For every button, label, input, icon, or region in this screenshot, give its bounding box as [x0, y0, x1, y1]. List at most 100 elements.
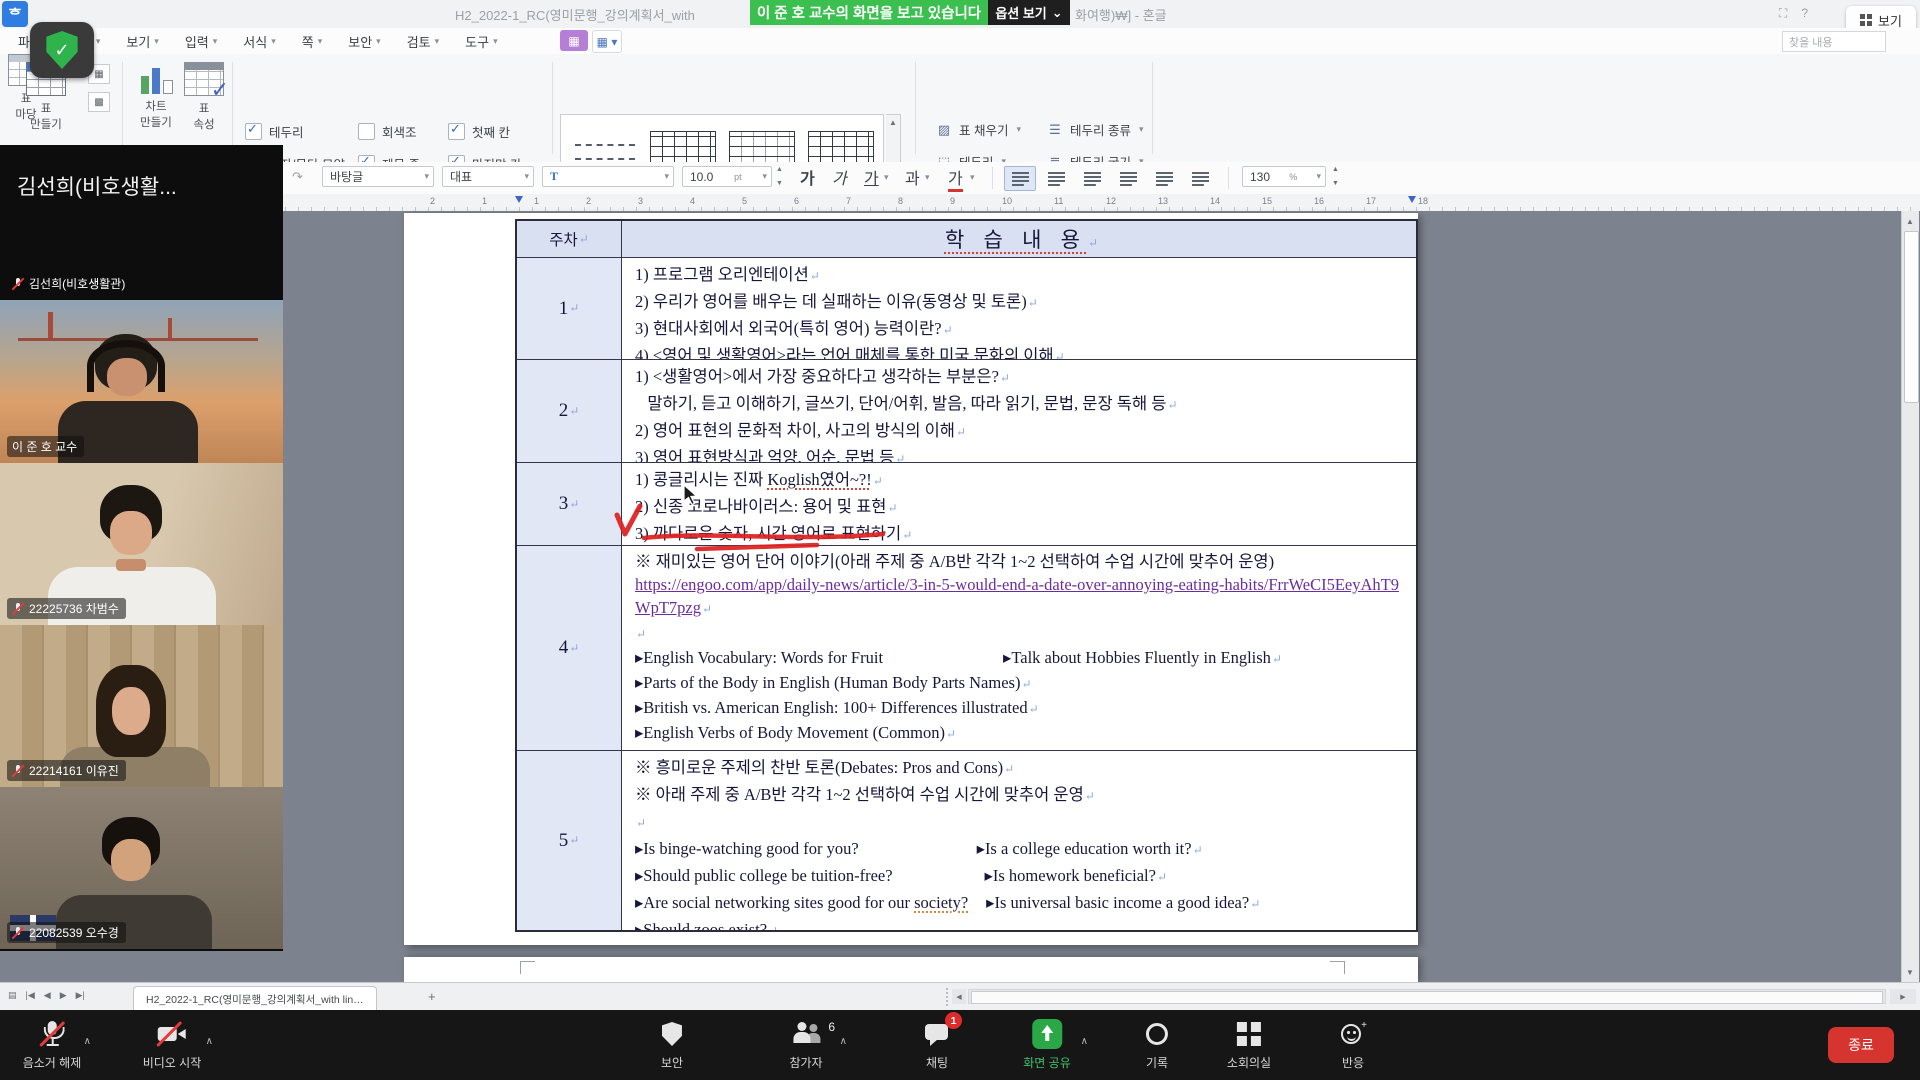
vertical-scrollbar[interactable]: ▲ ▼ — [1901, 211, 1919, 982]
week-cell[interactable]: 5↵ — [517, 751, 622, 930]
font-name-combo[interactable]: T ▾ — [542, 166, 674, 187]
zoom-shield-button[interactable]: 보안 — [661, 1018, 683, 1071]
indent-marker[interactable] — [515, 196, 523, 203]
chevron-up-icon[interactable]: ∧ — [1081, 1036, 1088, 1047]
new-tab-button[interactable]: + — [428, 989, 436, 1004]
week-cell[interactable]: 2↵ — [517, 360, 622, 462]
scroll-down-icon[interactable]: ▼ — [1902, 964, 1918, 980]
redo-icon[interactable]: ↷ — [292, 169, 303, 185]
zoom-chat-button[interactable]: 1채팅 — [924, 1018, 950, 1071]
chevron-up-icon[interactable]: ∧ — [84, 1036, 91, 1047]
first-page-icon[interactable]: |◀ — [26, 990, 35, 1001]
menu-4[interactable]: 서식▾ — [243, 32, 275, 51]
align-justify-button[interactable] — [1004, 166, 1036, 191]
scroll-right-icons[interactable]: ▶ — [1890, 989, 1916, 1004]
next-page-icon[interactable]: ▶ — [60, 990, 67, 1001]
end-meeting-button[interactable]: 종료 — [1828, 1027, 1894, 1063]
tool-테두리 종류[interactable]: ☰테두리 종류▾ — [1046, 120, 1144, 139]
fullscreen-icon[interactable]: ⛶ — [1779, 6, 1787, 21]
content-header-cell[interactable]: 학 습 내 용↵ — [622, 221, 1416, 257]
scroll-up-icon[interactable]: ▲ — [1902, 213, 1918, 229]
menu-8[interactable]: 도구▾ — [465, 32, 497, 51]
align-distribute-button[interactable] — [1148, 166, 1180, 191]
week-cell[interactable]: 4↵ — [517, 546, 622, 750]
participant-video[interactable]: 22214161 이유진 — [0, 625, 283, 787]
align-center-button[interactable] — [1076, 166, 1108, 191]
underline-button[interactable]: 가 — [864, 165, 879, 189]
font-color-button[interactable]: 가 — [948, 165, 963, 192]
syllabus-table[interactable]: 주차↵학 습 내 용↵1↵1) 프로그램 오리엔테이션↵2) 우리가 영어를 배… — [515, 219, 1418, 932]
find-input[interactable]: 찾을 내용 — [1782, 31, 1886, 52]
week-header-cell[interactable]: 주차↵ — [517, 221, 622, 257]
zoom-level-combo[interactable]: 130 % ▾ — [1242, 166, 1326, 187]
font-size-combo[interactable]: 10.0 pt ▾ — [682, 166, 772, 187]
zoom-breakout-rooms-button[interactable]: 소회의실 — [1227, 1018, 1271, 1071]
zoom-video-off-button[interactable]: ∧비디오 시작 — [143, 1018, 202, 1071]
zoom-reactions-button[interactable]: +반응 — [1340, 1018, 1366, 1071]
participant-video[interactable]: 22082539 오수경 — [0, 787, 283, 949]
scrollbar-thumb[interactable] — [1904, 231, 1919, 403]
align-divide-button[interactable] — [1184, 166, 1216, 191]
menu-7[interactable]: 검토▾ — [407, 32, 439, 51]
chevron-up-icon[interactable]: ∧ — [206, 1036, 213, 1047]
chevron-down-icon[interactable]: ▾ — [884, 172, 889, 183]
content-cell[interactable]: ※ 재미있는 영어 단어 이야기(아래 주제 중 A/B반 각각 1~2 선택하… — [622, 546, 1416, 750]
content-cell[interactable]: 1) 프로그램 오리엔테이션↵2) 우리가 영어를 배우는 데 실패하는 이유(… — [622, 258, 1416, 359]
table-context-tool-icon[interactable]: ▦ — [560, 30, 588, 51]
char-shadow-button[interactable]: 과 — [905, 165, 920, 189]
checkbox-icon[interactable] — [245, 123, 262, 140]
participant-name-tile[interactable]: 김선희(비호생활...김선희(비호생활관) — [0, 145, 283, 300]
week-cell[interactable]: 1↵ — [517, 258, 622, 359]
chevron-down-icon[interactable]: ▾ — [970, 172, 975, 183]
week-cell[interactable]: 3↵ — [517, 463, 622, 545]
scroll-up-icon[interactable]: ▲ — [889, 118, 897, 127]
italic-button[interactable]: 가 — [832, 165, 847, 189]
doc-list-icon[interactable]: ▤ — [8, 990, 17, 1001]
align-right-button[interactable] — [1112, 166, 1144, 191]
document-page[interactable]: 주차↵학 습 내 용↵1↵1) 프로그램 오리엔테이션↵2) 우리가 영어를 배… — [404, 213, 1418, 945]
font-size-stepper[interactable]: ▲▼ — [774, 166, 785, 187]
menu-5[interactable]: 쪽▾ — [302, 32, 323, 51]
tool-표 채우기[interactable]: ▨표 채우기▾ — [935, 120, 1021, 139]
zoom-stepper[interactable]: ▲▼ — [1330, 166, 1341, 187]
zoom-view-options-button[interactable]: 옵션 보기 ⌄ — [988, 0, 1070, 25]
scroll-right-icon[interactable]: ▶ — [1900, 993, 1905, 1001]
zoom-mic-off-button[interactable]: ∧음소거 해제 — [23, 1018, 82, 1071]
checkbox-icon[interactable] — [358, 123, 375, 140]
right-indent-marker[interactable] — [1408, 196, 1416, 203]
align-left-button[interactable] — [1040, 166, 1072, 191]
menu-6[interactable]: 보안▾ — [348, 32, 380, 51]
hyperlink[interactable]: https://engoo.com/app/daily-news/article… — [635, 575, 1399, 617]
prev-page-icon[interactable]: ◀ — [44, 990, 51, 1001]
style-preset-combo[interactable]: 바탕글 ▾ — [322, 166, 434, 187]
chevron-down-icon[interactable]: ▾ — [925, 172, 930, 183]
content-cell[interactable]: ※ 흥미로운 주제의 찬반 토론(Debates: Pros and Cons)… — [622, 751, 1416, 930]
scroll-left-icon[interactable]: ◀ — [952, 989, 966, 1004]
help-icon[interactable]: ? — [1801, 6, 1808, 21]
table-erase-mini-icon[interactable]: ▩ — [88, 92, 110, 112]
last-page-icon[interactable]: ▶| — [76, 990, 85, 1001]
checkbox-테두리[interactable]: 테두리 — [245, 122, 304, 141]
grid-tool-icon[interactable]: ▦ ▾ — [592, 30, 622, 53]
chevron-up-icon[interactable]: ∧ — [840, 1036, 847, 1047]
menu-3[interactable]: 입력▾ — [185, 32, 217, 51]
document-canvas[interactable]: 주차↵학 습 내 용↵1↵1) 프로그램 오리엔테이션↵2) 우리가 영어를 배… — [0, 211, 1920, 982]
checkbox-첫째 칸[interactable]: 첫째 칸 — [448, 122, 510, 141]
content-cell[interactable]: 1) 콩글리시는 진짜 Koglish였어~?!↵2) 신종 코로나바이러스: … — [622, 463, 1416, 545]
document-tab[interactable]: H2_2022-1_RC(영미문행_강의계획서_with lin… — [133, 986, 377, 1012]
zoom-screen-share-button[interactable]: ∧화면 공유 — [1023, 1018, 1071, 1071]
table-properties-button[interactable]: 표 속성 — [176, 62, 232, 132]
bold-button[interactable]: 가 — [800, 165, 815, 189]
horizontal-scrollbar[interactable] — [968, 989, 1886, 1004]
scrollbar-thumb[interactable] — [971, 991, 1883, 1004]
outline-preset-combo[interactable]: 대표 ▾ — [442, 166, 534, 187]
content-cell[interactable]: 1) <생활영어>에서 가장 중요하다고 생각하는 부분은?↵ 말하기, 듣고 … — [622, 360, 1416, 462]
zoom-record-button[interactable]: 기록 — [1146, 1018, 1168, 1071]
checkbox-icon[interactable] — [448, 123, 465, 140]
checkbox-회색조[interactable]: 회색조 — [358, 122, 417, 141]
menu-2[interactable]: 보기▾ — [126, 32, 158, 51]
horizontal-ruler[interactable]: 21123456789101112131415161718 — [0, 194, 1920, 212]
participant-video[interactable]: 이 준 호 교수 — [0, 300, 283, 463]
zoom-participants-button[interactable]: 6∧참가자 — [789, 1018, 822, 1071]
participant-video[interactable]: 22225736 차범수 — [0, 463, 283, 625]
